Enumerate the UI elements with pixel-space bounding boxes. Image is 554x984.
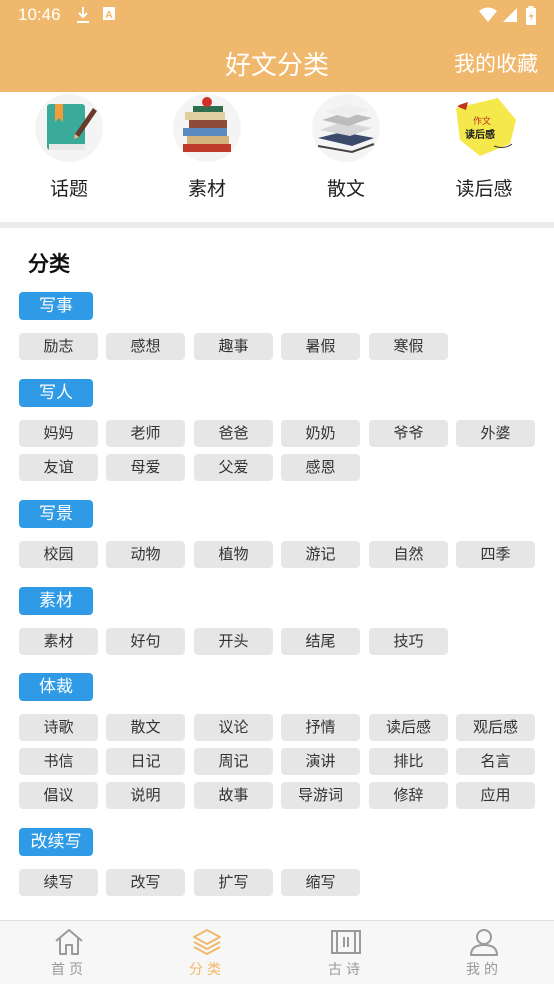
category-label: 读后感 [455,178,513,200]
svg-text:A: A [105,10,112,21]
tag-chip[interactable]: 开头 [194,628,273,655]
tag-chip[interactable]: 缩写 [281,869,360,896]
tag-chip[interactable]: 续写 [19,869,98,896]
group-tag-genre: 体裁 [19,673,93,701]
tag-chip[interactable]: 观后感 [456,714,535,741]
my-favorites-button[interactable]: 我的收藏 [454,48,538,78]
tag-chip[interactable]: 爸爸 [194,420,273,447]
tab-label: 首页 [51,962,87,978]
tag-chip[interactable]: 植物 [194,541,273,568]
app-a-icon: A [103,7,115,21]
tag-chip[interactable]: 感恩 [281,454,360,481]
tag-chip[interactable]: 诗歌 [19,714,98,741]
tag-chip[interactable]: 奶奶 [281,420,360,447]
review-badge-icon: 作文 读后感 [450,94,518,162]
category-review[interactable]: 作文 读后感 读后感 [424,92,544,202]
tab-category[interactable]: 分类 [138,921,276,984]
book-stack-icon [173,94,241,162]
tag-chip[interactable]: 扩写 [194,869,273,896]
user-icon [470,929,498,956]
status-bar: 10:46 A [0,0,554,30]
tag-chip[interactable]: 倡议 [19,782,98,809]
layers-icon [193,929,221,955]
tag-chip[interactable]: 趣事 [194,333,273,360]
tag-chip[interactable]: 故事 [194,782,273,809]
tag-chip[interactable]: 外婆 [456,420,535,447]
category-label: 话题 [49,178,88,200]
wifi-icon [479,7,497,22]
tag-chip[interactable]: 技巧 [369,628,448,655]
tag-chip[interactable]: 寒假 [369,333,448,360]
tag-chip[interactable]: 爷爷 [369,420,448,447]
tag-chip[interactable]: 自然 [369,541,448,568]
tag-chip[interactable]: 议论 [194,714,273,741]
section-divider [0,222,554,228]
tag-chip[interactable]: 校园 [19,541,98,568]
tab-mine[interactable]: 我的 [415,921,553,984]
tag-chip[interactable]: 排比 [369,748,448,775]
tag-chip[interactable]: 妈妈 [19,420,98,447]
app-bar: 好文分类 我的收藏 [0,30,554,92]
notebook-pen-icon [35,94,103,162]
group-tag-material: 素材 [19,587,93,615]
tag-chip[interactable]: 书信 [19,748,98,775]
review-art-text-1: 作文 [473,115,491,127]
tag-chip[interactable]: 四季 [456,541,535,568]
group-tag-events: 写事 [19,292,93,320]
tab-poems[interactable]: 古诗 [277,921,415,984]
tag-chip[interactable]: 应用 [456,782,535,809]
tag-chip[interactable]: 说明 [106,782,185,809]
group-tag-people: 写人 [19,379,93,407]
tag-chip[interactable]: 励志 [19,333,98,360]
tag-chip[interactable]: 友谊 [19,454,98,481]
tag-chip[interactable]: 改写 [106,869,185,896]
tag-chip[interactable]: 读后感 [369,714,448,741]
category-label: 散文 [326,178,365,200]
tag-chip[interactable]: 散文 [106,714,185,741]
tab-label: 我的 [466,962,502,978]
category-label: 素材 [187,178,226,200]
category-prose[interactable]: 散文 [286,92,406,202]
tag-chip[interactable]: 暑假 [281,333,360,360]
top-categories: 话题 素材 散文 作文 读后感 读后感 [0,92,554,222]
tag-chip[interactable]: 父爱 [194,454,273,481]
tag-chip[interactable]: 周记 [194,748,273,775]
tag-chip[interactable]: 母爱 [106,454,185,481]
group-tag-scenery: 写景 [19,500,93,528]
tag-chip[interactable]: 动物 [106,541,185,568]
download-icon [77,7,89,23]
bottom-tab-bar: 首页 分类 古诗 我的 [0,920,554,984]
status-time: 10:46 [18,5,61,24]
tag-chip[interactable]: 素材 [19,628,98,655]
tab-home[interactable]: 首页 [0,921,138,984]
tag-chip[interactable]: 修辞 [369,782,448,809]
tag-chip[interactable]: 结尾 [281,628,360,655]
category-material[interactable]: 素材 [147,92,267,202]
open-books-icon [312,94,380,162]
tab-label: 分类 [189,962,225,978]
review-art-text-2: 读后感 [465,128,495,141]
scroll-icon [331,930,361,954]
tag-chip[interactable]: 好句 [106,628,185,655]
tag-chip[interactable]: 名言 [456,748,535,775]
tag-chip[interactable]: 游记 [281,541,360,568]
tag-chip[interactable]: 导游词 [281,782,360,809]
tag-chip[interactable]: 日记 [106,748,185,775]
battery-icon [526,6,536,25]
tag-chip[interactable]: 老师 [106,420,185,447]
tab-label: 古诗 [328,962,364,978]
tag-chip[interactable]: 感想 [106,333,185,360]
signal-icon [503,8,517,22]
classification-title: 分类 [28,252,70,276]
category-topic[interactable]: 话题 [9,92,129,202]
home-icon [55,929,83,955]
tag-chip[interactable]: 抒情 [281,714,360,741]
group-tag-rewrite: 改续写 [19,828,93,856]
tag-chip[interactable]: 演讲 [281,748,360,775]
